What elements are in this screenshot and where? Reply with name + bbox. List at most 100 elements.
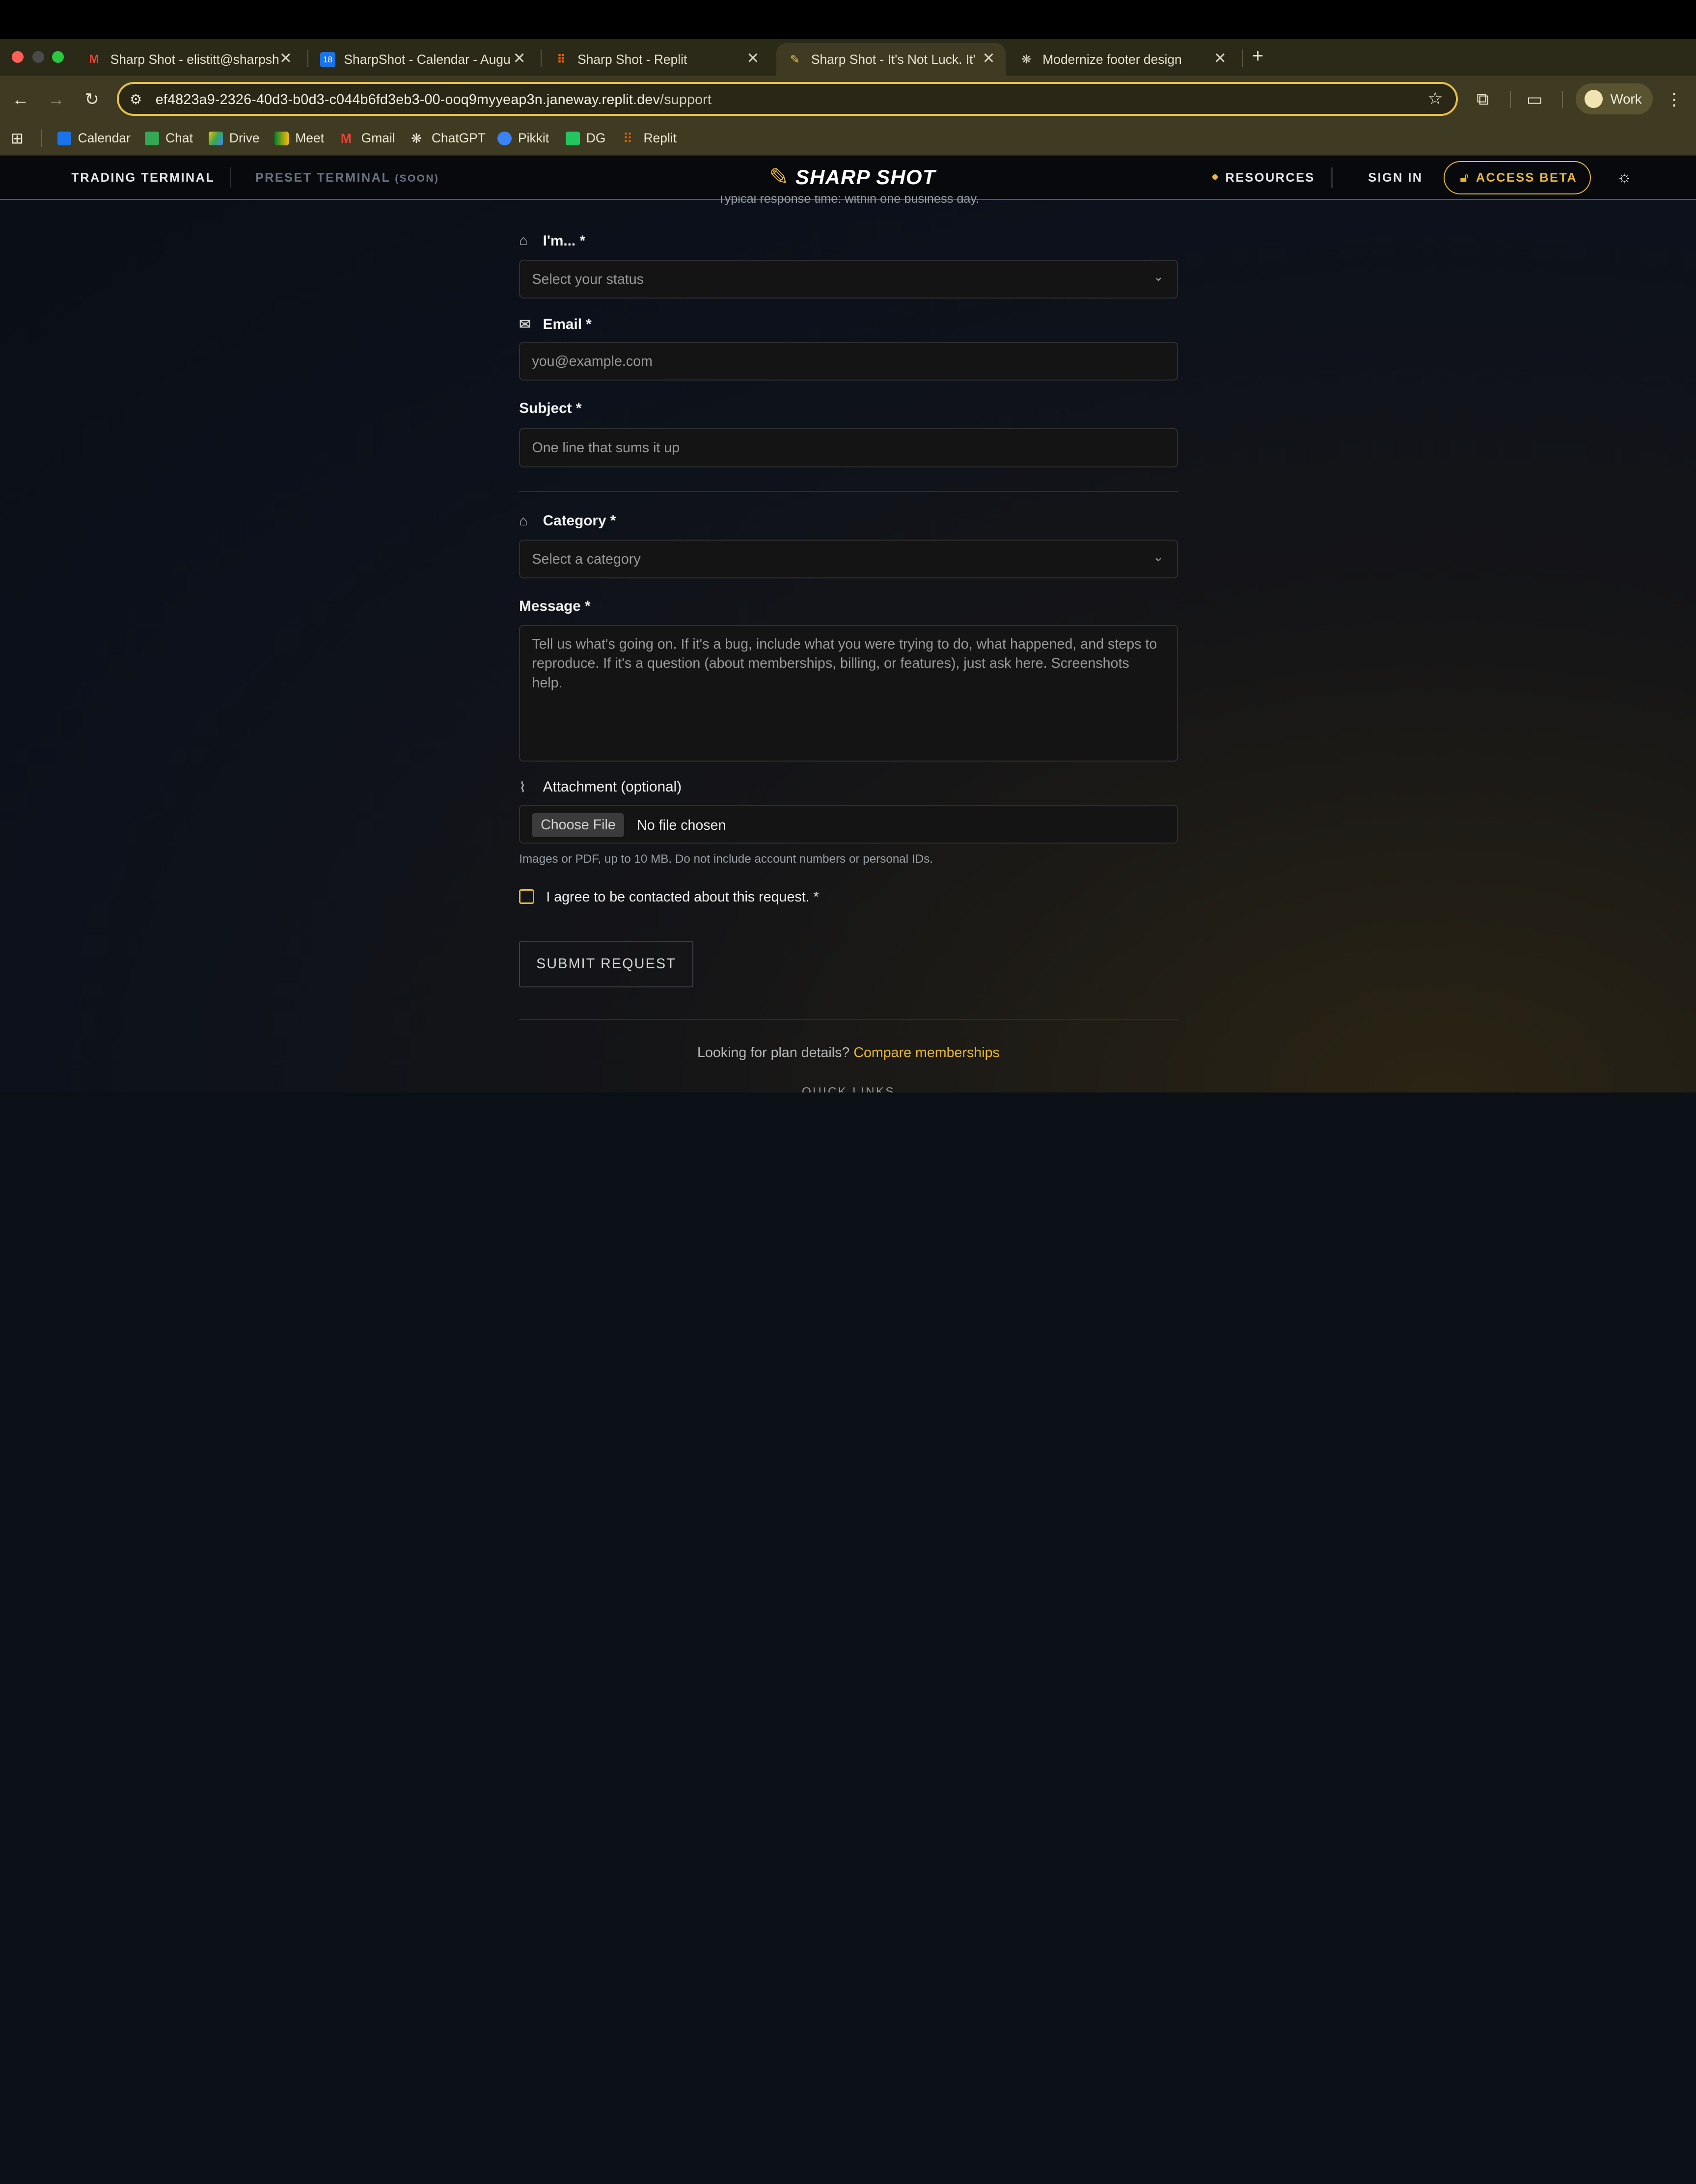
pikkit-icon xyxy=(497,131,512,146)
back-arrow-icon[interactable]: ← xyxy=(10,89,31,110)
window-minimize-button[interactable] xyxy=(32,51,45,63)
site-info-icon[interactable]: ⚙ xyxy=(130,91,142,108)
calendar-icon: 18 xyxy=(320,52,335,67)
bookmark-pikkit[interactable]: Pikkit xyxy=(497,130,549,147)
bookmark-label: Gmail xyxy=(361,131,395,146)
browser-tab[interactable]: ❋ Modernize footer design ✕ xyxy=(1010,43,1237,76)
brand-logo[interactable]: ✎ SHARP SHOT xyxy=(769,161,936,193)
consent-checkbox[interactable] xyxy=(519,889,535,904)
toolbar-divider xyxy=(1561,91,1563,109)
lock-icon: 🔓︎ xyxy=(1460,170,1469,185)
toolbar-divider xyxy=(1509,91,1511,109)
nav-sign-in[interactable]: SIGN IN xyxy=(1368,171,1422,185)
submit-label: SUBMIT REQUEST xyxy=(536,956,676,972)
address-bar[interactable]: ⚙ ef4823a9-2326-40d3-b0d3-c044b6fd3eb3-0… xyxy=(116,82,1458,116)
browser-tab[interactable]: ⠿ Sharp Shot - Replit ✕ xyxy=(545,43,770,76)
file-input[interactable]: Choose File No file chosen xyxy=(519,804,1178,844)
status-select[interactable]: Select your status ⌄ xyxy=(519,259,1178,299)
new-tab-icon[interactable]: + xyxy=(1247,45,1269,67)
subject-label: Subject * xyxy=(519,400,582,416)
nav-preset-label: PRESET TERMINAL xyxy=(255,171,390,185)
tab-divider xyxy=(1241,50,1243,67)
paperclip-icon: ⌇ xyxy=(519,779,526,795)
extensions-icon[interactable]: ⧉ xyxy=(1472,89,1494,110)
email-label: ✉ Email * xyxy=(519,316,592,333)
url-path: /support xyxy=(660,91,712,108)
forward-arrow-icon[interactable]: → xyxy=(46,89,67,110)
bookmark-chatgpt[interactable]: ❋ ChatGPT xyxy=(411,130,486,147)
replit-icon: ⠿ xyxy=(623,131,633,146)
access-beta-button[interactable]: 🔓︎ ACCESS BETA xyxy=(1444,161,1591,195)
gmail-icon: M xyxy=(89,53,99,66)
tag-icon: ⌂ xyxy=(519,233,528,249)
tag-icon: ⌂ xyxy=(519,513,528,529)
tab-close-icon[interactable]: ✕ xyxy=(279,50,292,67)
message-placeholder: Tell us what's going on. If it's a bug, … xyxy=(532,636,1157,691)
menu-kebab-icon[interactable]: ⋮ xyxy=(1664,89,1685,110)
browser-tab[interactable]: M Sharp Shot - elistitt@sharpsh ✕ xyxy=(78,43,303,76)
email-field[interactable]: you@example.com xyxy=(519,342,1178,381)
email-label-text: Email * xyxy=(543,316,592,332)
plan-details: Looking for plan details? Compare member… xyxy=(519,1045,1177,1061)
nav-resources[interactable]: RESOURCES xyxy=(1226,171,1315,185)
tab-close-icon[interactable]: ✕ xyxy=(746,50,759,67)
tab-title: Modernize footer design xyxy=(1042,52,1182,67)
category-select[interactable]: Select a category ⌄ xyxy=(519,540,1178,579)
tab-title: Sharp Shot - elistitt@sharpsh xyxy=(110,52,279,67)
apps-grid-icon[interactable]: ⊞ xyxy=(11,130,24,147)
window-maximize-button[interactable] xyxy=(52,51,64,63)
bookmark-calendar[interactable]: Calendar xyxy=(57,130,131,147)
profile-button[interactable]: Work xyxy=(1576,83,1653,115)
subject-placeholder: One line that sums it up xyxy=(532,440,680,456)
consent-label[interactable]: I agree to be contacted about this reque… xyxy=(546,889,819,905)
choose-file-button[interactable]: Choose File xyxy=(532,813,625,837)
form-divider xyxy=(519,491,1178,492)
bookmark-meet[interactable]: Meet xyxy=(274,130,324,147)
bookmark-label: Meet xyxy=(295,131,325,146)
subject-field[interactable]: One line that sums it up xyxy=(519,428,1178,467)
gmail-icon: M xyxy=(340,131,352,146)
nav-preset-terminal: PRESET TERMINAL (SOON) xyxy=(255,171,439,185)
url-host: ef4823a9-2326-40d3-b0d3-c044b6fd3eb3-00-… xyxy=(155,91,660,108)
bookmark-star-icon[interactable]: ☆ xyxy=(1427,88,1443,109)
bookmark-drive[interactable]: Drive xyxy=(209,130,260,147)
message-textarea[interactable]: Tell us what's going on. If it's a bug, … xyxy=(519,625,1178,762)
compare-memberships-link[interactable]: Compare memberships xyxy=(853,1045,1000,1061)
tab-close-icon[interactable]: ✕ xyxy=(983,50,995,67)
nav-divider xyxy=(230,167,232,189)
bookmark-label: Drive xyxy=(229,131,260,146)
status-placeholder: Select your status xyxy=(532,271,644,287)
reload-icon[interactable]: ↻ xyxy=(81,89,103,110)
bookmark-gmail[interactable]: M Gmail xyxy=(341,130,395,147)
os-top-bar xyxy=(0,0,1696,39)
calendar-icon xyxy=(57,131,72,146)
submit-request-button[interactable]: SUBMIT REQUEST xyxy=(519,941,693,987)
bookmark-dg[interactable]: DG xyxy=(565,130,606,147)
tab-title: Sharp Shot - It's Not Luck. It' xyxy=(811,52,976,67)
email-placeholder: you@example.com xyxy=(532,354,653,370)
tab-close-icon[interactable]: ✕ xyxy=(513,50,526,67)
bookmark-label: DG xyxy=(586,131,606,146)
chat-icon xyxy=(145,131,159,146)
status-label: ⌂ I'm... * xyxy=(519,233,585,249)
profile-label: Work xyxy=(1610,91,1642,107)
tab-divider xyxy=(307,50,308,67)
avatar xyxy=(1584,89,1603,109)
nav-divider xyxy=(1331,167,1333,189)
window-close-button[interactable] xyxy=(12,51,24,63)
browser-tab-active[interactable]: ✎ Sharp Shot - It's Not Luck. It' ✕ xyxy=(776,43,1006,76)
sharpshot-icon: ✎ xyxy=(790,53,800,66)
nav-trading-terminal[interactable]: TRADING TERMINAL xyxy=(71,171,215,185)
tab-close-icon[interactable]: ✕ xyxy=(1214,50,1227,67)
dg-icon xyxy=(565,131,580,146)
cast-icon[interactable]: ▭ xyxy=(1524,89,1545,110)
bookmark-label: Calendar xyxy=(78,131,131,146)
drive-icon xyxy=(209,131,223,146)
chatgpt-icon: ❋ xyxy=(1021,53,1032,66)
tab-divider xyxy=(541,50,542,67)
bookmark-replit[interactable]: ⠿ Replit xyxy=(623,130,677,147)
bookmark-chat[interactable]: Chat xyxy=(145,130,193,147)
theme-toggle-sun-icon[interactable]: ☼ xyxy=(1617,167,1632,186)
browser-tab[interactable]: 18 SharpShot - Calendar - Augu ✕ xyxy=(311,43,536,76)
chevron-down-icon: ⌄ xyxy=(1153,549,1164,564)
